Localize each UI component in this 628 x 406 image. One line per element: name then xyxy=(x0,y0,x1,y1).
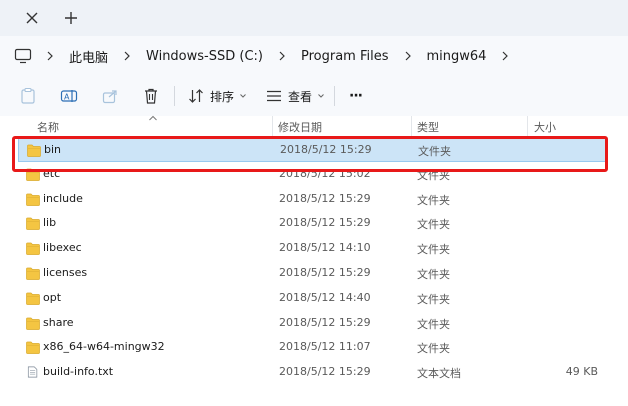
folder-icon xyxy=(26,342,40,355)
command-bar: A 排序 查看 ··· xyxy=(0,74,628,118)
breadcrumb-drive[interactable]: Windows-SSD (C:) xyxy=(146,49,263,64)
column-type[interactable]: 类型 xyxy=(417,119,439,135)
breadcrumb: 此电脑 Windows-SSD (C:) Program Files mingw… xyxy=(14,45,524,67)
file-row[interactable]: lib 2018/5/12 15:29 文件夹 xyxy=(18,212,606,236)
toolbar-divider xyxy=(334,86,335,106)
more-icon: ··· xyxy=(349,88,363,104)
file-name: include xyxy=(43,191,83,205)
file-type: 文件夹 xyxy=(417,193,450,207)
breadcrumb-this-pc[interactable]: 此电脑 xyxy=(69,47,108,66)
column-divider[interactable] xyxy=(272,116,273,136)
breadcrumb-program-files[interactable]: Program Files xyxy=(301,49,389,64)
trash-icon xyxy=(145,88,157,104)
sort-label: 排序 xyxy=(210,89,235,104)
file-date: 2018/5/12 11:07 xyxy=(279,340,371,354)
file-name: opt xyxy=(43,290,62,304)
file-row[interactable]: include 2018/5/12 15:29 文件夹 xyxy=(18,188,606,212)
chevron-down-icon xyxy=(240,94,246,98)
chevron-right-icon[interactable] xyxy=(44,50,56,62)
file-type: 文件夹 xyxy=(417,243,450,257)
file-row[interactable]: libexec 2018/5/12 14:10 文件夹 xyxy=(18,237,606,261)
rename-icon: A xyxy=(60,90,78,102)
chevron-down-icon xyxy=(318,94,324,98)
paste-icon xyxy=(21,87,35,104)
rename-button[interactable]: A xyxy=(60,86,78,106)
file-row[interactable]: etc 2018/5/12 15:02 文件夹 xyxy=(18,163,606,187)
file-type: 文件夹 xyxy=(418,145,451,158)
more-options-button[interactable]: ··· xyxy=(349,86,363,106)
file-type: 文件夹 xyxy=(417,342,450,356)
file-name: libexec xyxy=(43,241,82,255)
file-name: x86_64-w64-mingw32 xyxy=(43,340,165,354)
file-name: licenses xyxy=(43,266,88,279)
view-button[interactable]: 查看 xyxy=(266,86,325,106)
toolbar-divider xyxy=(174,86,175,106)
file-size: 49 KB xyxy=(565,365,598,379)
chevron-right-icon[interactable] xyxy=(499,50,511,62)
file-type: 文件夹 xyxy=(417,292,450,306)
paste-button[interactable] xyxy=(20,86,36,106)
file-date: 2018/5/12 15:29 xyxy=(279,191,371,205)
sort-icon xyxy=(189,89,203,103)
file-date: 2018/5/12 14:40 xyxy=(279,290,371,304)
folder-icon xyxy=(26,193,40,206)
close-icon[interactable] xyxy=(24,10,40,26)
folder-icon xyxy=(26,267,40,280)
file-row[interactable]: build-info.txt 2018/5/12 15:29 文本文档 49 KB xyxy=(18,361,606,385)
folder-icon xyxy=(26,292,40,305)
file-type: 文本文档 xyxy=(417,367,461,381)
file-type: 文件夹 xyxy=(417,317,450,331)
file-type: 文件夹 xyxy=(417,168,450,182)
file-row[interactable]: bin 2018/5/12 15:29 文件夹 xyxy=(18,138,606,162)
delete-button[interactable] xyxy=(143,86,159,106)
column-name[interactable]: 名称 xyxy=(37,119,59,135)
tab-bar xyxy=(0,0,628,36)
file-row[interactable]: share 2018/5/12 15:29 文件夹 xyxy=(18,312,606,336)
breadcrumb-mingw64[interactable]: mingw64 xyxy=(427,49,487,64)
file-name: lib xyxy=(43,216,57,230)
file-date: 2018/5/12 15:29 xyxy=(279,365,371,379)
sort-ascending-icon xyxy=(149,115,157,121)
column-divider[interactable] xyxy=(527,116,528,136)
file-date: 2018/5/12 15:29 xyxy=(280,143,372,156)
file-name: etc xyxy=(43,166,61,180)
chevron-right-icon[interactable] xyxy=(402,50,414,62)
folder-icon xyxy=(27,144,41,157)
file-name: share xyxy=(43,315,74,329)
computer-icon[interactable] xyxy=(14,48,32,64)
column-header: 名称 修改日期 类型 大小 xyxy=(0,115,628,136)
file-row[interactable]: licenses 2018/5/12 15:29 文件夹 xyxy=(18,262,606,286)
chevron-right-icon[interactable] xyxy=(276,50,288,62)
view-label: 查看 xyxy=(288,89,313,104)
file-name: build-info.txt xyxy=(43,365,114,379)
column-divider[interactable] xyxy=(411,116,412,136)
file-date: 2018/5/12 15:29 xyxy=(279,315,371,329)
folder-icon xyxy=(26,242,40,256)
file-date: 2018/5/12 15:02 xyxy=(279,166,371,180)
view-icon xyxy=(267,90,281,102)
file-date: 2018/5/12 14:10 xyxy=(279,241,371,255)
file-row[interactable]: x86_64-w64-mingw32 2018/5/12 11:07 文件夹 xyxy=(18,336,606,360)
folder-icon xyxy=(26,168,40,181)
folder-icon xyxy=(26,317,40,330)
share-button[interactable] xyxy=(102,86,118,106)
chevron-right-icon[interactable] xyxy=(121,50,133,62)
file-row[interactable]: opt 2018/5/12 14:40 文件夹 xyxy=(18,287,606,311)
sort-button[interactable]: 排序 xyxy=(188,86,247,106)
file-date: 2018/5/12 15:29 xyxy=(279,216,371,230)
column-size[interactable]: 大小 xyxy=(534,119,556,135)
column-date[interactable]: 修改日期 xyxy=(278,119,322,135)
share-icon xyxy=(102,90,117,104)
address-bar[interactable]: 此电脑 Windows-SSD (C:) Program Files mingw… xyxy=(0,36,628,74)
folder-icon xyxy=(26,218,40,231)
svg-text:A: A xyxy=(64,93,70,102)
new-tab-icon[interactable] xyxy=(62,9,80,27)
file-name: bin xyxy=(44,143,62,156)
file-type: 文件夹 xyxy=(417,218,450,232)
text-file-icon xyxy=(27,366,38,378)
scrollbar[interactable] xyxy=(622,118,628,406)
file-date: 2018/5/12 15:29 xyxy=(279,266,371,279)
file-type: 文件夹 xyxy=(417,268,450,281)
